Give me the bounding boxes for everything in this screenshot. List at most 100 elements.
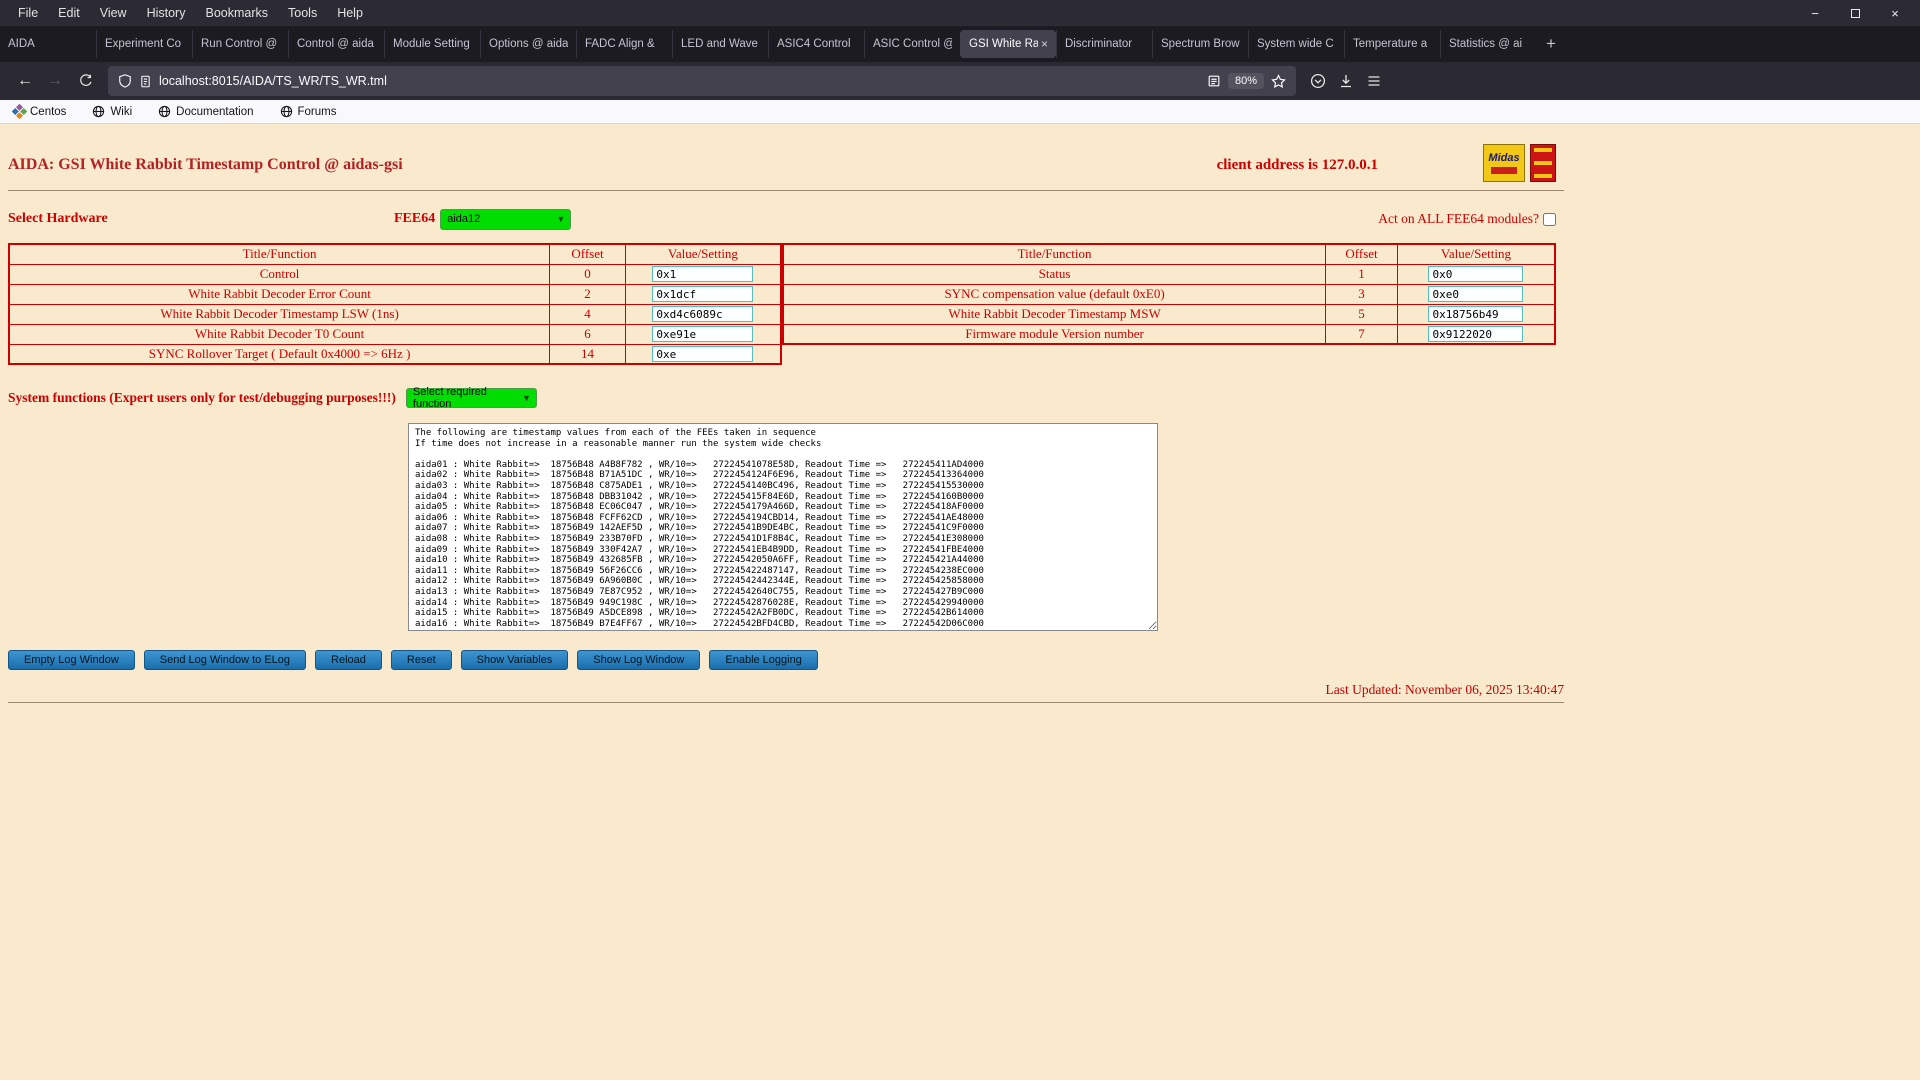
url-bar[interactable]: localhost:8015/AIDA/TS_WR/TS_WR.tml 80%	[108, 66, 1296, 96]
register-value-input[interactable]	[652, 326, 753, 342]
row-offset: 7	[1326, 324, 1398, 344]
menu-hamburger-icon[interactable]	[1366, 73, 1382, 89]
reload-page-button[interactable]: Reload	[315, 650, 382, 670]
menu-edit[interactable]: Edit	[48, 0, 90, 26]
col-header-title: Title/Function	[9, 244, 550, 264]
register-table-left: Title/Function Offset Value/Setting Cont…	[8, 243, 782, 365]
act-on-all-checkbox[interactable]	[1543, 213, 1556, 226]
system-function-select[interactable]: Select required function ▼	[406, 388, 537, 408]
log-window[interactable]: The following are timestamp values from …	[408, 423, 1158, 631]
toolbar-right-icons	[1310, 73, 1382, 89]
empty-log-window-button[interactable]: Empty Log Window	[8, 650, 135, 670]
tab-module-settings[interactable]: Module Setting	[384, 30, 480, 58]
tab-asic-control[interactable]: ASIC Control @	[864, 30, 960, 58]
site-info-icon[interactable]	[139, 75, 152, 88]
register-value-input[interactable]	[1428, 306, 1523, 322]
register-value-input[interactable]	[652, 266, 753, 282]
menu-view[interactable]: View	[90, 0, 137, 26]
reload-button[interactable]	[70, 67, 100, 95]
tab-options[interactable]: Options @ aida	[480, 30, 576, 58]
tab-statistics[interactable]: Statistics @ ai	[1440, 30, 1536, 58]
show-log-window-button[interactable]: Show Log Window	[577, 650, 700, 670]
shield-icon[interactable]	[118, 74, 132, 88]
bookmark-documentation[interactable]: Documentation	[158, 105, 253, 118]
minimize-button[interactable]: −	[1808, 6, 1822, 21]
tab-asic4-control[interactable]: ASIC4 Control	[768, 30, 864, 58]
tab-system-wide-checks[interactable]: System wide C	[1248, 30, 1344, 58]
window-menubar: File Edit View History Bookmarks Tools H…	[0, 0, 1920, 26]
tab-label: Temperature a	[1353, 38, 1432, 50]
send-log-to-elog-button[interactable]: Send Log Window to ELog	[144, 650, 306, 670]
register-value-input[interactable]	[652, 286, 753, 302]
close-button[interactable]: ×	[1888, 6, 1902, 21]
register-tables: Title/Function Offset Value/Setting Cont…	[8, 243, 1556, 365]
bookmark-forums[interactable]: Forums	[280, 105, 337, 118]
table-header-row: Title/Function Offset Value/Setting	[783, 244, 1555, 264]
bookmark-wiki[interactable]: Wiki	[92, 105, 132, 118]
tab-fadc-align[interactable]: FADC Align &	[576, 30, 672, 58]
row-title: Status	[783, 264, 1326, 284]
back-button[interactable]: ←	[10, 67, 40, 95]
maximize-button[interactable]	[1848, 6, 1862, 21]
midas-logo[interactable]: Midas	[1483, 144, 1525, 182]
url-text[interactable]: localhost:8015/AIDA/TS_WR/TS_WR.tml	[159, 74, 1200, 88]
menu-history[interactable]: History	[137, 0, 196, 26]
table-header-row: Title/Function Offset Value/Setting	[9, 244, 781, 264]
reader-view-icon[interactable]	[1207, 74, 1221, 88]
tab-experiment-control[interactable]: Experiment Co	[96, 30, 192, 58]
forward-button[interactable]: →	[40, 67, 70, 95]
system-functions-label: System functions (Expert users only for …	[8, 390, 396, 406]
row-offset: 5	[1326, 304, 1398, 324]
row-offset: 14	[550, 344, 626, 364]
tab-led-waveform[interactable]: LED and Wave	[672, 30, 768, 58]
bookmark-centos[interactable]: Centos	[14, 106, 66, 118]
tab-label: Experiment Co	[105, 38, 184, 50]
tab-temperature[interactable]: Temperature a	[1344, 30, 1440, 58]
register-value-input[interactable]	[652, 346, 753, 362]
page-viewport: AIDA: GSI White Rabbit Timestamp Control…	[0, 124, 1920, 1080]
register-value-input[interactable]	[652, 306, 753, 322]
tab-label: Discriminator	[1065, 38, 1144, 50]
tab-strip: AIDA Experiment Co Run Control @ Control…	[0, 26, 1920, 62]
chevron-down-icon: ▼	[556, 214, 565, 224]
downloads-icon[interactable]	[1338, 73, 1354, 89]
reset-button[interactable]: Reset	[391, 650, 452, 670]
enable-logging-button[interactable]: Enable Logging	[709, 650, 817, 670]
tab-label: FADC Align &	[585, 38, 664, 50]
tab-label: System wide C	[1257, 38, 1336, 50]
page-title: AIDA: GSI White Rabbit Timestamp Control…	[8, 156, 403, 174]
pocket-icon[interactable]	[1310, 73, 1326, 89]
register-value-input[interactable]	[1428, 286, 1523, 302]
act-on-all-group: Act on ALL FEE64 modules?	[1378, 211, 1556, 227]
register-value-input[interactable]	[1428, 266, 1523, 282]
table-row: White Rabbit Decoder Timestamp LSW (1ns)…	[9, 304, 781, 324]
window-controls: − ×	[1808, 6, 1920, 21]
menu-tools[interactable]: Tools	[278, 0, 327, 26]
row-offset: 6	[550, 324, 626, 344]
fair-daq-logo[interactable]	[1530, 144, 1556, 182]
bookmark-star-icon[interactable]	[1271, 74, 1286, 89]
bookmark-label: Documentation	[176, 106, 253, 118]
globe-icon	[92, 105, 105, 118]
menu-bookmarks[interactable]: Bookmarks	[195, 0, 278, 26]
tab-close-icon[interactable]: ×	[1041, 37, 1048, 51]
tab-aida[interactable]: AIDA	[0, 30, 96, 58]
menu-file[interactable]: File	[8, 0, 48, 26]
tab-control[interactable]: Control @ aida	[288, 30, 384, 58]
menu-help[interactable]: Help	[327, 0, 373, 26]
tab-spectrum-browser[interactable]: Spectrum Brow	[1152, 30, 1248, 58]
row-offset: 0	[550, 264, 626, 284]
reload-icon	[78, 74, 93, 89]
register-value-input[interactable]	[1428, 326, 1523, 342]
tab-gsi-white-rabbit[interactable]: GSI White Ra ×	[960, 30, 1056, 58]
show-variables-button[interactable]: Show Variables	[461, 650, 569, 670]
row-title: White Rabbit Decoder Error Count	[9, 284, 550, 304]
zoom-indicator[interactable]: 80%	[1228, 73, 1264, 89]
table-row: SYNC compensation value (default 0xE0) 3	[783, 284, 1555, 304]
new-tab-button[interactable]: +	[1536, 30, 1566, 58]
col-header-value: Value/Setting	[625, 244, 781, 264]
fee64-select[interactable]: aida12 ▼	[440, 209, 571, 230]
tab-run-control[interactable]: Run Control @	[192, 30, 288, 58]
tab-discriminator[interactable]: Discriminator	[1056, 30, 1152, 58]
tab-label: Spectrum Brow	[1161, 38, 1240, 50]
